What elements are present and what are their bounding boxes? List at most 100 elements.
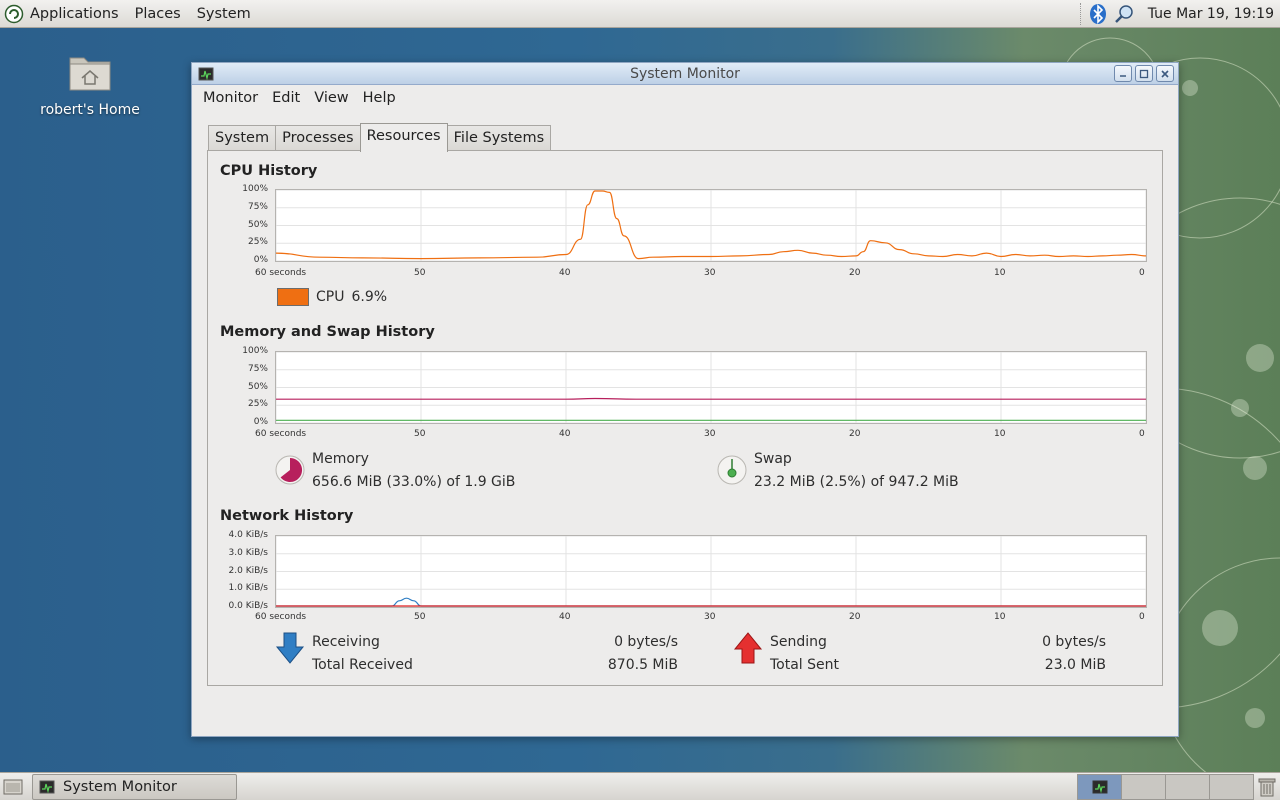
menu-edit[interactable]: Edit (265, 90, 307, 106)
close-button[interactable] (1156, 65, 1174, 82)
desktop-home-folder[interactable]: robert's Home (40, 52, 140, 118)
x-tick-label: 60 seconds (255, 268, 307, 278)
workspace-4[interactable] (1209, 774, 1254, 800)
tab-file-systems[interactable]: File Systems (446, 125, 552, 152)
x-tick-label: 40 (559, 612, 571, 622)
cpu-graph (275, 189, 1147, 262)
x-tick-label: 40 (559, 268, 571, 278)
system-monitor-task-icon (39, 780, 55, 794)
minimize-icon (1120, 74, 1126, 77)
close-icon (1161, 69, 1169, 78)
memory-value: 656.6 MiB (33.0%) of 1.9 GiB (312, 474, 516, 490)
memory-y-axis: 100% 75% 50% 25% 0% (208, 346, 268, 427)
memory-history-title: Memory and Swap History (220, 324, 435, 340)
workspace-switcher (1077, 774, 1254, 800)
total-sent-value: 23.0 MiB (1044, 657, 1106, 673)
system-monitor-app-icon (198, 67, 214, 81)
y-tick-label: 75% (247, 363, 268, 374)
y-tick-label: 25% (247, 237, 268, 248)
tab-processes[interactable]: Processes (275, 125, 361, 152)
sending-arrow-icon[interactable] (733, 631, 763, 665)
receiving-value: 0 bytes/s (614, 634, 678, 650)
applications-menu[interactable]: Applications (0, 0, 127, 28)
memory-graph (275, 351, 1147, 424)
y-tick-label: 0% (253, 417, 268, 427)
home-folder-label: robert's Home (40, 102, 140, 118)
network-history-title: Network History (220, 508, 354, 524)
workspace-2[interactable] (1121, 774, 1166, 800)
menu-monitor[interactable]: Monitor (196, 90, 265, 106)
y-tick-label: 2.0 KiB/s (228, 565, 268, 576)
bluetooth-icon[interactable] (1088, 3, 1108, 25)
cpu-legend-label: CPU (316, 289, 345, 305)
taskbar-system-monitor-button[interactable]: System Monitor (32, 774, 237, 800)
x-tick-label: 50 (414, 612, 426, 622)
minimize-button[interactable] (1114, 65, 1132, 82)
x-tick-label: 10 (994, 268, 1006, 278)
menu-help[interactable]: Help (356, 90, 403, 106)
swap-label: Swap (754, 451, 792, 467)
x-tick-label: 30 (704, 429, 716, 439)
net-graph-svg (276, 536, 1146, 607)
window-menubar: Monitor Edit View Help (192, 85, 1178, 111)
workspace-1[interactable] (1077, 774, 1122, 800)
network-x-axis: 60 seconds 50 40 30 20 10 0 (208, 612, 1164, 624)
y-tick-label: 50% (247, 381, 268, 392)
x-tick-label: 50 (414, 429, 426, 439)
trash-icon[interactable] (1258, 777, 1276, 797)
y-tick-label: 100% (242, 184, 268, 194)
cpu-y-axis: 100% 75% 50% 25% 0% (208, 184, 268, 265)
x-tick-label: 50 (414, 268, 426, 278)
tab-system[interactable]: System (208, 125, 277, 152)
y-tick-label: 100% (242, 346, 268, 356)
maximize-button[interactable] (1135, 65, 1153, 82)
x-tick-label: 60 seconds (255, 429, 307, 439)
cpu-color-swatch[interactable] (277, 288, 309, 306)
system-monitor-window: System Monitor Monitor Edit View Help Sy… (191, 62, 1179, 737)
memory-label: Memory (312, 451, 369, 467)
cpu-legend: CPU 6.9% (277, 288, 387, 306)
cpu-legend-value: 6.9% (351, 289, 388, 305)
tab-resources[interactable]: Resources (359, 123, 448, 152)
network-search-icon[interactable] (1114, 4, 1134, 24)
system-menu[interactable]: System (189, 0, 259, 28)
network-graph (275, 535, 1147, 608)
menu-view[interactable]: View (307, 90, 355, 106)
bottom-panel: System Monitor (0, 772, 1280, 800)
places-menu[interactable]: Places (127, 0, 189, 28)
clock[interactable]: Tue Mar 19, 19:19 (1140, 6, 1274, 22)
x-tick-label: 20 (849, 612, 861, 622)
series-line-memory (276, 397, 1146, 400)
y-tick-label: 0% (253, 255, 268, 265)
receiving-arrow-icon[interactable] (275, 631, 305, 665)
workspace-3[interactable] (1165, 774, 1210, 800)
total-received-value: 870.5 MiB (607, 657, 678, 673)
y-tick-label: 50% (247, 219, 268, 230)
x-tick-label: 20 (849, 429, 861, 439)
window-title: System Monitor (630, 66, 740, 82)
sending-value: 0 bytes/s (1042, 634, 1106, 650)
swap-pie-icon[interactable] (717, 454, 747, 486)
y-tick-label: 25% (247, 399, 268, 410)
receiving-label: Receiving (312, 634, 380, 650)
memory-pie-icon[interactable] (275, 454, 305, 486)
x-tick-label: 10 (994, 429, 1006, 439)
x-tick-label: 20 (849, 268, 861, 278)
mem-graph-svg (276, 352, 1146, 423)
applications-label: Applications (30, 5, 119, 22)
system-tray: Tue Mar 19, 19:19 (1079, 0, 1280, 28)
resources-panel: CPU History 100% 75% 50% 25% 0% 60 seconds 50… (207, 150, 1163, 686)
home-folder-icon (69, 57, 111, 91)
distro-logo-icon (4, 4, 24, 23)
top-menubar: Applications Places System (0, 0, 259, 28)
show-desktop-icon[interactable] (3, 778, 23, 796)
y-tick-label: 75% (247, 201, 268, 212)
cpu-graph-svg (276, 190, 1146, 261)
x-tick-label: 10 (994, 612, 1006, 622)
window-titlebar[interactable]: System Monitor (192, 63, 1178, 85)
cpu-x-axis: 60 seconds 50 40 30 20 10 0 (208, 268, 1164, 280)
x-tick-label: 30 (704, 612, 716, 622)
x-tick-label: 40 (559, 429, 571, 439)
swap-value: 23.2 MiB (2.5%) of 947.2 MiB (754, 474, 959, 490)
y-tick-label: 4.0 KiB/s (228, 530, 268, 540)
